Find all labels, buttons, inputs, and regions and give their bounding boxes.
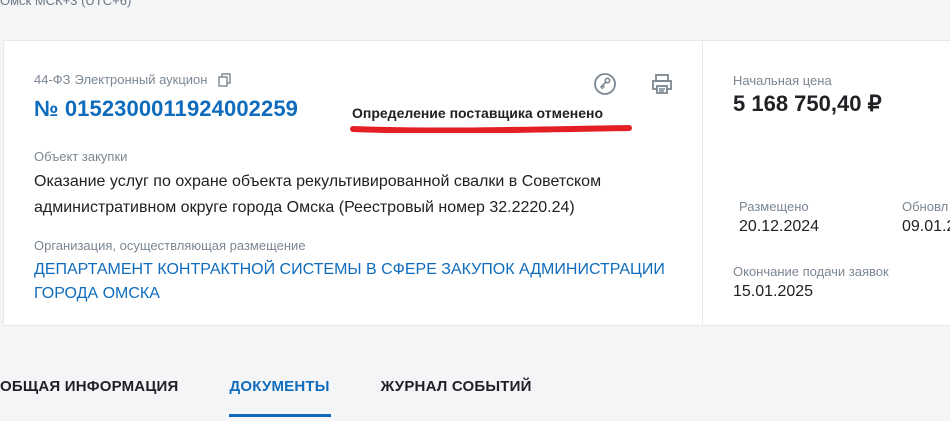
organization-link[interactable]: ДЕПАРТАМЕНТ КОНТРАКТНОЙ СИСТЕМЫ В СФЕРЕ …: [34, 258, 684, 306]
card-divider: [702, 41, 703, 325]
posted-date-label: Размещено: [739, 199, 809, 214]
deadline-date-block: Окончание подачи заявок 15.01.2025: [733, 264, 889, 301]
posted-date-value: 20.12.2024: [739, 218, 820, 235]
status-highlight-mark: [350, 125, 632, 133]
tab-documents[interactable]: ДОКУМЕНТЫ: [229, 376, 332, 417]
timezone-label: Омск МСК+3 (UTC+6): [0, 0, 132, 8]
updated-date-value: 09.01.2: [902, 218, 950, 235]
organization-label: Организация, осуществляющая размещение: [34, 238, 306, 253]
purchase-object-text: Оказание услуг по охране объекта рекульт…: [34, 173, 602, 216]
tab-event-log[interactable]: ЖУРНАЛ СОБЫТИЙ: [381, 376, 532, 416]
purchase-object-label: Объект закупки: [34, 149, 128, 164]
card-actions: [593, 72, 674, 96]
procedure-label: Электронный аукцион: [74, 72, 208, 87]
content-tabs: ОБЩАЯ ИНФОРМАЦИЯ ДОКУМЕНТЫ ЖУРНАЛ СОБЫТИ…: [0, 376, 532, 417]
deadline-date-value: 15.01.2025: [733, 283, 814, 300]
procurement-number-link[interactable]: № 0152300011924002259: [34, 96, 298, 122]
tab-general-information[interactable]: ОБЩАЯ ИНФОРМАЦИЯ: [0, 376, 178, 416]
procedure-type-row: 44-ФЗ Электронный аукцион: [34, 72, 232, 87]
updated-date-block: Обновл 09.01.2: [902, 199, 950, 236]
status-badge: Определение поставщика отменено: [352, 105, 604, 121]
law-label: 44-ФЗ: [34, 72, 71, 87]
key-icon[interactable]: [593, 72, 617, 96]
deadline-date-label: Окончание подачи заявок: [733, 264, 889, 279]
posted-date-block: Размещено 20.12.2024: [739, 199, 819, 236]
initial-price-label: Начальная цена: [733, 73, 832, 88]
initial-price-value: 5 168 750,40 ₽: [733, 91, 882, 116]
copy-icon[interactable]: [218, 72, 232, 87]
updated-date-label: Обновл: [902, 199, 949, 214]
printer-icon[interactable]: [650, 72, 674, 96]
